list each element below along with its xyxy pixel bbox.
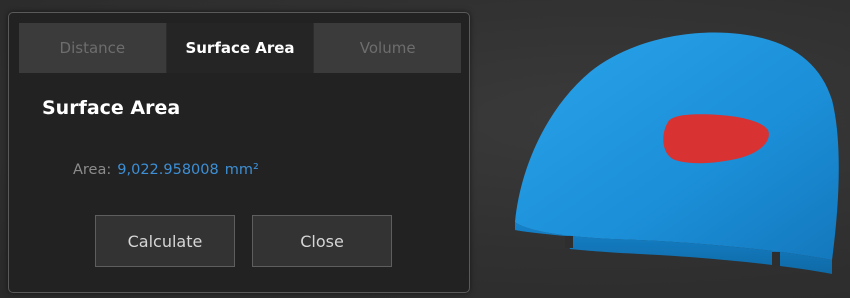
tab-volume[interactable]: Volume [313,23,462,73]
area-readout: Area: 9,022.958008 mm² [73,162,259,178]
close-button[interactable]: Close [252,215,392,267]
tab-distance[interactable]: Distance [19,23,166,73]
tab-bar: Distance Surface Area Volume [19,23,462,73]
section-title: Surface Area [42,97,181,119]
measurement-panel: Distance Surface Area Volume Surface Are… [8,12,470,293]
model-notch-right [772,252,780,266]
calculate-button[interactable]: Calculate [95,215,235,267]
area-label: Area: [73,162,112,178]
area-unit: mm² [224,162,259,178]
tab-surface-area[interactable]: Surface Area [165,23,314,73]
model-notch-left [565,236,573,248]
area-value: 9,022.958008 [117,162,219,178]
